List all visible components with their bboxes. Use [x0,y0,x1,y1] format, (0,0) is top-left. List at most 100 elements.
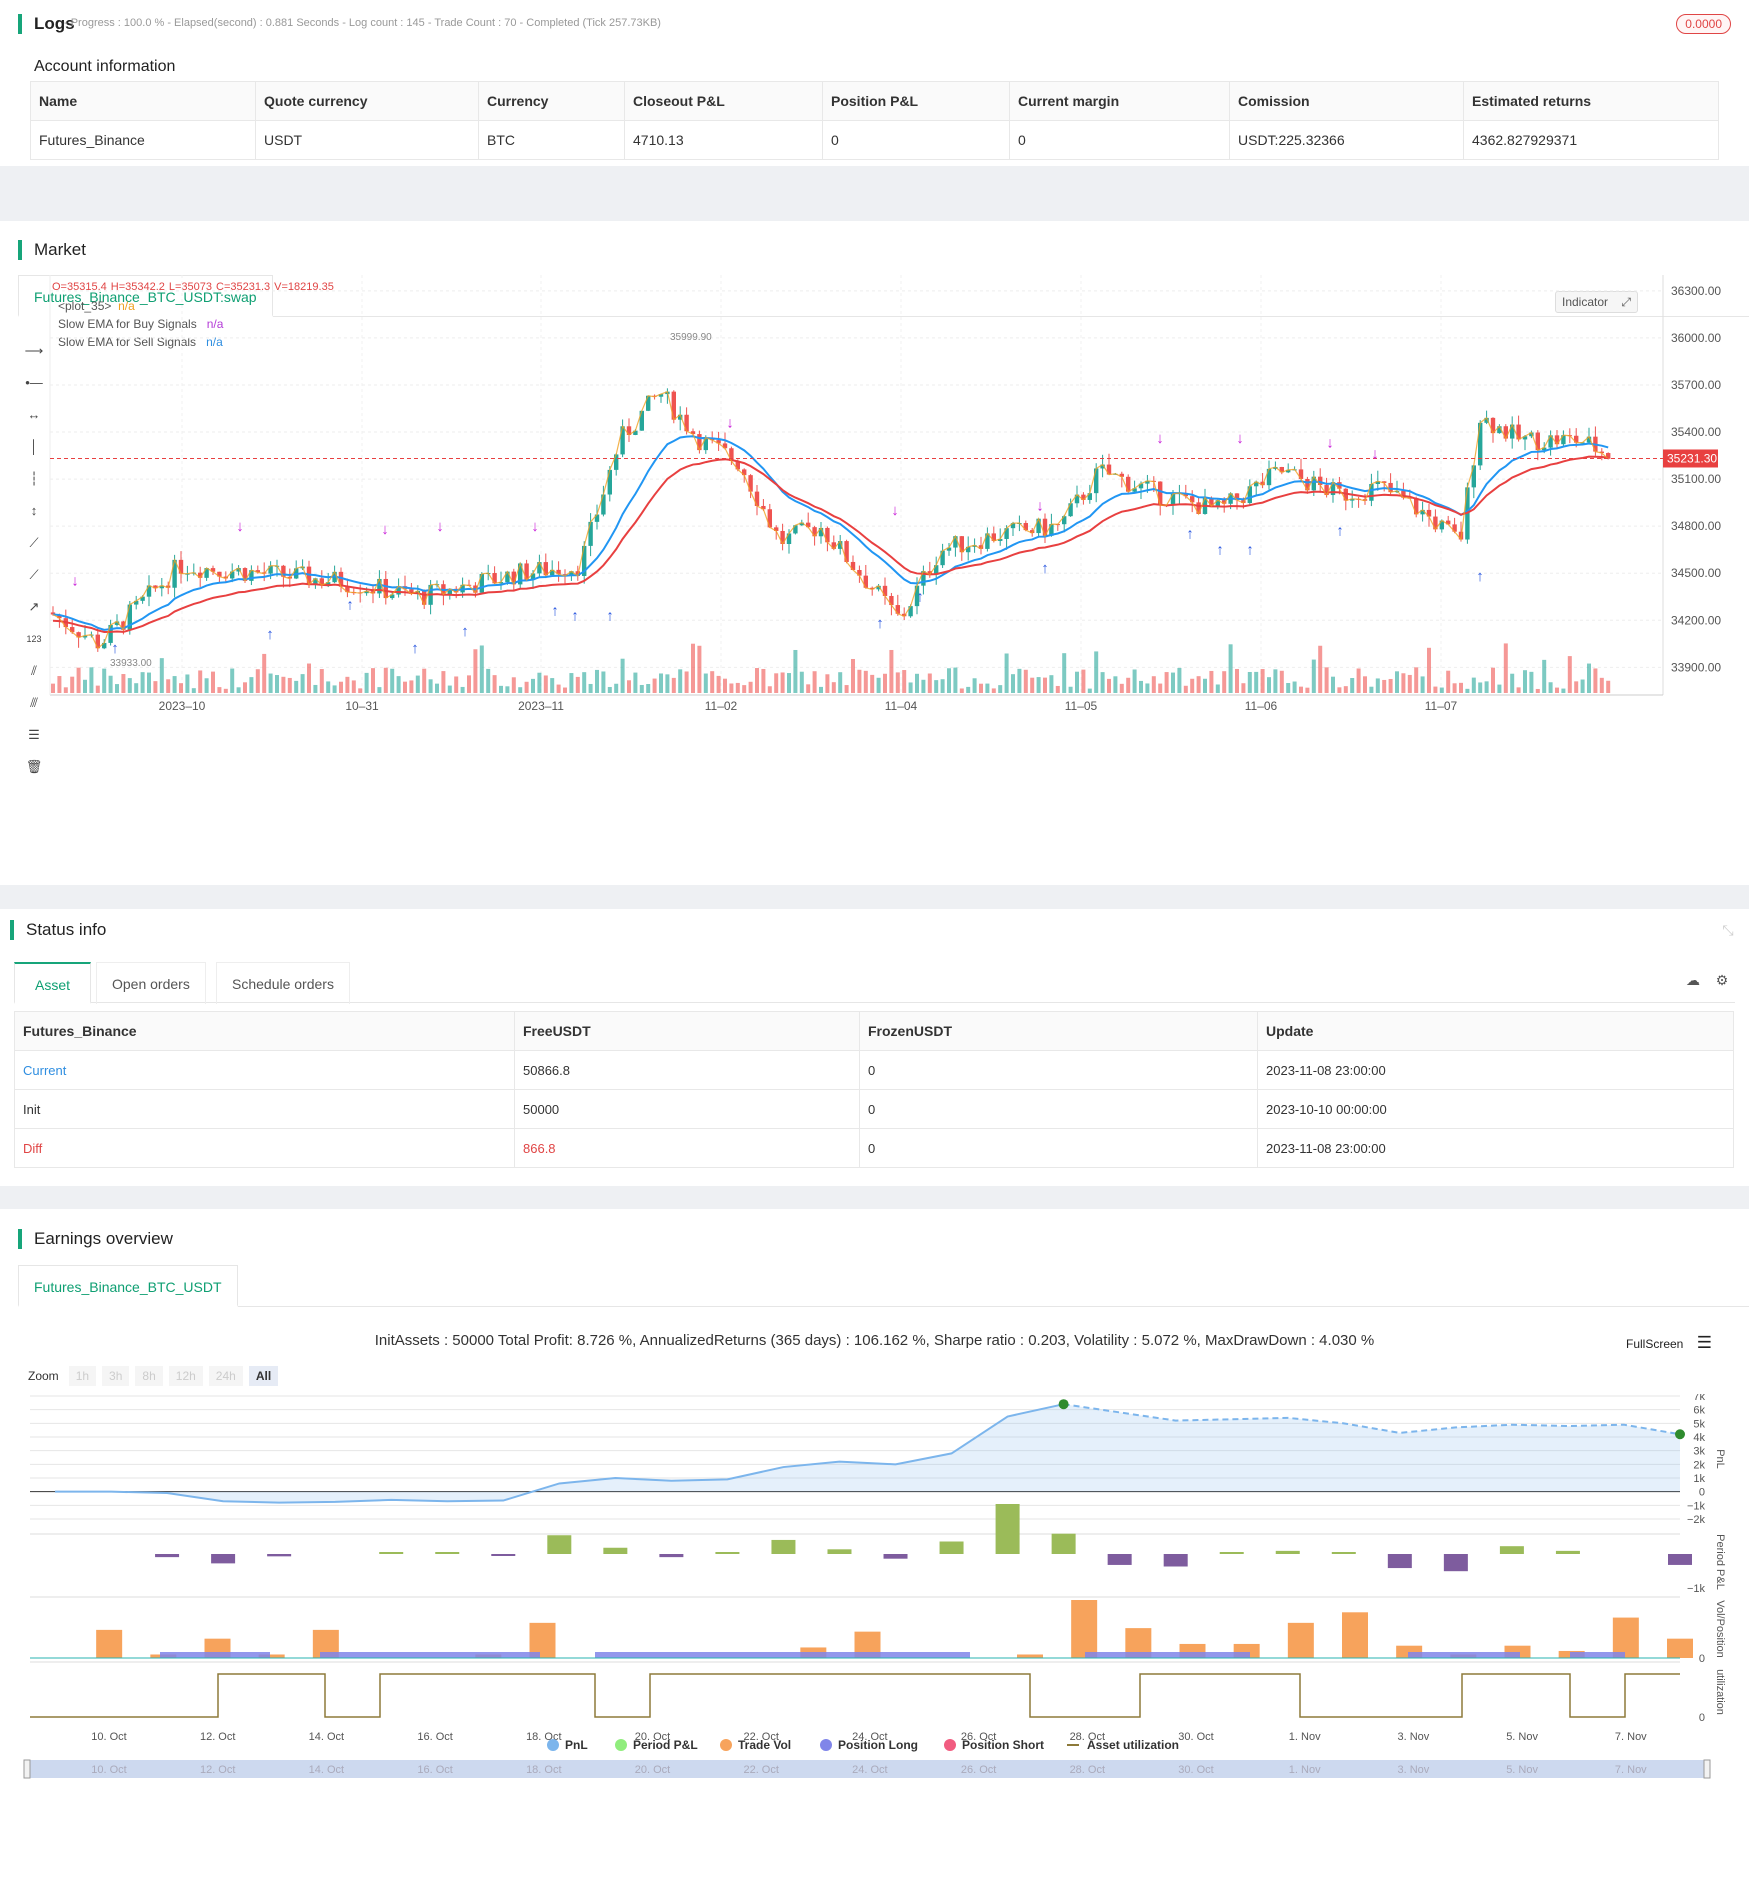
volume-bar [339,681,343,693]
close-arrow-icon: ↓ [1156,430,1164,447]
price-tick-label: 35400.00 [1671,425,1721,439]
fullscreen-button[interactable]: FullScreen ☰ [1626,1333,1712,1353]
navigator-date-label: 28. Oct [1070,1764,1105,1776]
volume-bar [902,670,907,693]
table-cell: 2023-11-08 23:00:00 [1257,1128,1734,1168]
volume-bar [1286,683,1291,693]
volume-bar [460,686,465,693]
volume-bar [998,685,1003,693]
zoom-3h[interactable]: 3h [102,1366,130,1386]
volume-bar [191,688,196,693]
volume-bar [1215,684,1220,693]
volume-bar [1036,677,1041,693]
navigator-date-label: 3. Nov [1398,1764,1430,1776]
zoom-1h[interactable]: 1h [68,1366,97,1386]
period-pnl-bar [211,1554,236,1564]
candlestick-chart[interactable]: 36300.00 36000.00 35700.00 35400.00 35100.00… [0,275,1749,715]
volume-bar [428,679,433,693]
price-tick-label: 34500.00 [1671,566,1721,580]
volume-bar [1503,643,1508,693]
buy-arrow-icon: ↑ [1246,541,1254,558]
earnings-chart[interactable]: 7k6k5k4k3k2k1k0−1k−2k−1k00PnLPeriod P&LV… [0,1394,1749,1864]
legend-swatch [944,1739,956,1751]
volume-bar [447,685,452,693]
volume-bar [1465,688,1470,693]
time-tick-label: 11–07 [1425,699,1458,713]
status-panel: Status info ⤡ Asset Open orders Schedule… [0,909,1749,1186]
volume-bar [403,681,407,693]
close-arrow-icon: ↓ [891,502,899,519]
volume-bar [83,679,87,693]
fib-retracement-icon[interactable]: ☰ [24,725,44,745]
volume-bar [531,678,535,693]
volume-bar [1535,688,1540,693]
volume-bar [268,673,273,693]
volume-bar [1561,688,1566,693]
period-pnl-bar [1387,1554,1412,1569]
col-header: Futures_Binance [14,1011,515,1051]
gear-icon[interactable]: ⚙ [1713,971,1731,989]
volume-bar [1439,687,1444,693]
date-tick-label: 14. Oct [309,1731,344,1743]
navigator-date-label: 5. Nov [1506,1764,1538,1776]
volume-bar [89,667,94,693]
volume-bar [908,682,913,693]
buy-arrow-icon: ↑ [111,640,119,657]
volume-bar [921,679,926,693]
volume-bar [735,682,740,693]
volume-bar [1177,667,1182,693]
period-pnl-bar [771,1539,796,1554]
col-header: Current margin [1009,81,1230,121]
volume-bar [1075,671,1079,693]
volume-bar [895,672,900,693]
tab-open-orders[interactable]: Open orders [96,962,206,1004]
row-label-diff: Diff [14,1128,515,1168]
time-tick-label: 11–06 [1245,699,1278,713]
volume-bar [563,687,567,693]
volume-bar [1542,659,1547,693]
volume-bar [1145,683,1150,693]
volume-bar [1011,674,1015,693]
volume-bar [1529,671,1534,693]
zoom-12h[interactable]: 12h [168,1366,203,1386]
pnl-tick-label: 4k [1693,1432,1705,1444]
menu-icon[interactable]: ☰ [1697,1333,1712,1352]
volume-bar [1190,678,1195,693]
tab-earnings-symbol[interactable]: Futures_Binance_BTC_USDT [18,1265,238,1307]
tab-schedule-orders[interactable]: Schedule orders [216,962,350,1004]
price-tick-label: 35100.00 [1671,472,1721,486]
volume-bar [953,667,958,693]
volume-bar [1049,675,1054,693]
zoom-24h[interactable]: 24h [208,1366,243,1386]
volume-bar [1510,673,1515,693]
volume-bar [601,671,606,693]
volume-bar [492,675,497,693]
col-header: Update [1257,1011,1734,1051]
buy-arrow-icon: ↑ [876,615,884,632]
trade-vol-bar [1342,1612,1368,1658]
period-pnl-bar [379,1552,404,1554]
volume-bar [518,687,523,693]
table-row: Current 50866.8 0 2023-11-08 23:00:00 [14,1050,1734,1090]
volume-bar [940,679,945,693]
volume-bar [1587,663,1591,693]
volume-bar [678,669,683,693]
cloud-upload-icon[interactable]: ☁ [1684,971,1702,989]
volume-bar [364,672,369,693]
volume-bar [467,675,471,693]
pnl-tick-label: 7k [1693,1394,1705,1403]
zoom-all[interactable]: All [248,1366,279,1386]
table-cell: 4362.827929371 [1463,120,1719,160]
zoom-8h[interactable]: 8h [135,1366,163,1386]
volume-bar [371,668,375,693]
collapse-icon[interactable]: ⤡ [1719,921,1737,939]
table-cell: 866.8 [514,1128,860,1168]
close-arrow-icon: ↓ [531,518,539,535]
tab-asset[interactable]: Asset [14,962,91,1004]
market-title: Market [18,240,86,260]
volume-bar [1420,676,1425,693]
trash-icon[interactable]: 🗑 [24,757,44,777]
volume-bar [1279,670,1284,693]
volume-bar [543,675,548,693]
close-arrow-icon: ↓ [436,518,444,535]
